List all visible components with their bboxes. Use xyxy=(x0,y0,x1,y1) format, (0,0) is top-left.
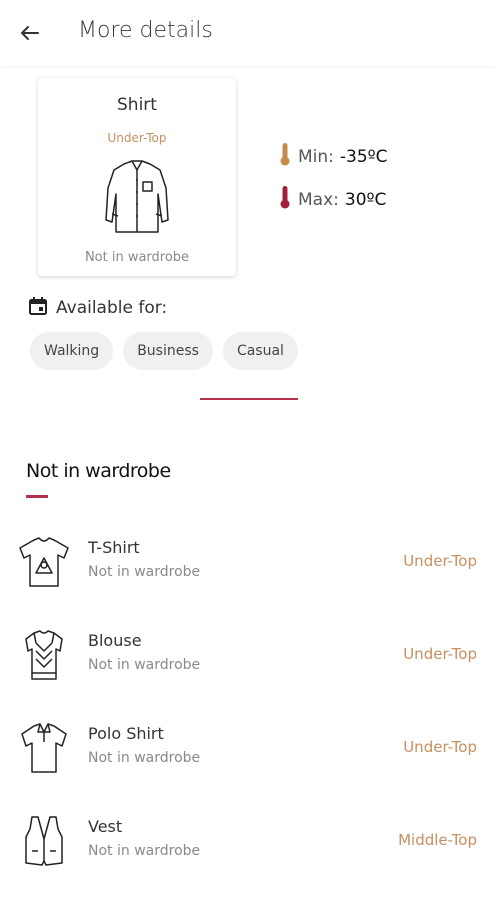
item-category: Under-Top xyxy=(403,645,477,663)
temp-max: Max: 30ºC xyxy=(278,184,386,210)
temp-min-value: -35ºC xyxy=(339,147,388,167)
app-bar: More details xyxy=(0,0,496,66)
list-item[interactable]: Blouse Not in wardrobe Under-Top xyxy=(0,617,496,697)
item-category: Under-Top xyxy=(403,552,477,570)
section-title: Not in wardrobe xyxy=(26,460,171,482)
item-status: Not in wardrobe xyxy=(88,750,201,766)
item-card: Shirt Under-Top Not in wardrobe xyxy=(38,78,236,276)
list-item[interactable]: Polo Shirt Not in wardrobe Under-Top xyxy=(0,710,496,790)
occasion-chips: Walking Business Casual xyxy=(30,332,298,370)
calendar-icon xyxy=(29,297,47,315)
item-name: Polo Shirt xyxy=(88,724,164,743)
shirt-icon xyxy=(105,160,169,233)
vest-icon xyxy=(25,816,63,866)
blouse-icon xyxy=(25,630,63,680)
item-category: Middle-Top xyxy=(398,831,477,849)
arrow-left-icon xyxy=(21,26,39,40)
item-name: T-Shirt xyxy=(88,538,140,557)
item-name: Vest xyxy=(88,817,123,836)
item-category: Under-Top xyxy=(107,131,167,145)
list-item[interactable]: Vest Not in wardrobe Middle-Top xyxy=(0,803,496,883)
temp-min: Min: -35ºC xyxy=(278,141,388,167)
item-status: Not in wardrobe xyxy=(88,843,201,859)
back-button[interactable] xyxy=(14,18,44,48)
item-status: Not in wardrobe xyxy=(84,250,190,265)
section-underline xyxy=(26,495,48,498)
tshirt-icon xyxy=(19,537,69,587)
item-category: Under-Top xyxy=(403,738,477,756)
temp-max-value: 30ºC xyxy=(344,190,387,210)
divider xyxy=(200,398,298,400)
available-label: Available for: xyxy=(56,298,168,318)
item-status: Not in wardrobe xyxy=(88,657,201,673)
temp-min-label: Min: xyxy=(298,147,334,167)
item-status: Not in wardrobe xyxy=(88,564,201,580)
chip-business[interactable]: Business xyxy=(123,332,213,370)
thermometer-icon xyxy=(280,143,290,166)
chip-casual[interactable]: Casual xyxy=(222,332,298,370)
available-for: Available for: xyxy=(28,296,167,318)
item-name: Shirt xyxy=(117,95,157,115)
polo-shirt-icon xyxy=(21,723,67,773)
list-item[interactable]: T-Shirt Not in wardrobe Under-Top xyxy=(0,524,496,604)
thermometer-icon xyxy=(280,186,290,209)
chip-walking[interactable]: Walking xyxy=(30,332,114,370)
temp-max-label: Max: xyxy=(298,190,339,210)
page-title: More details xyxy=(78,18,213,43)
item-name: Blouse xyxy=(88,631,142,650)
